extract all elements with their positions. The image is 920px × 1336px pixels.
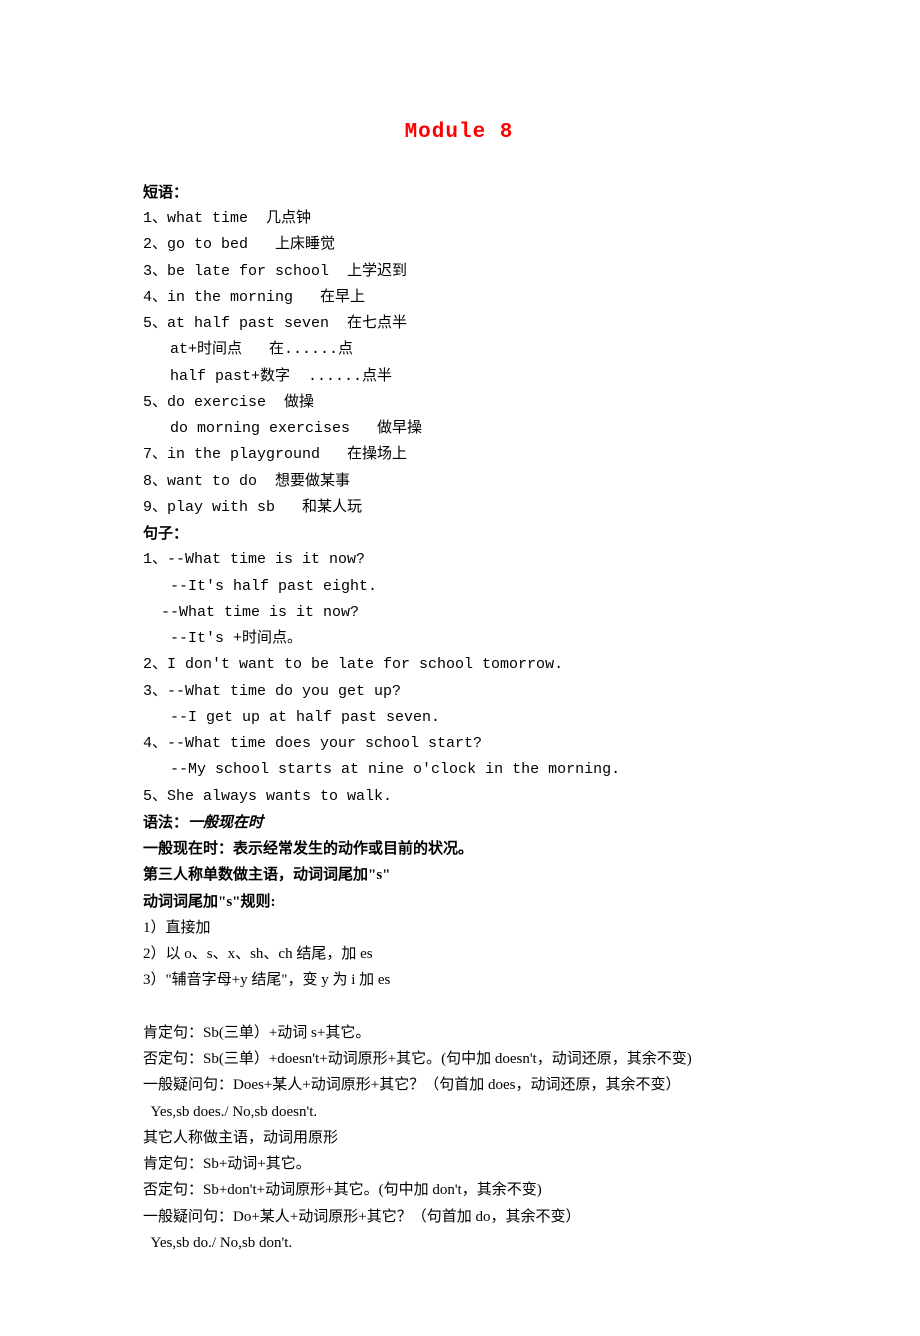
document-page: Module 8 短语： 1、what time 几点钟 2、go to bed… (0, 0, 920, 1336)
sentence-item: --It's +时间点。 (143, 626, 775, 652)
phrases-heading: 短语： (143, 180, 775, 206)
grammar-line: 一般疑问句：Does+某人+动词原形+其它？（句首加 does，动词还原，其余不… (143, 1072, 775, 1098)
phrase-item: 2、go to bed 上床睡觉 (143, 232, 775, 258)
phrase-item: do morning exercises 做早操 (143, 416, 775, 442)
phrase-item: 5、at half past seven 在七点半 (143, 311, 775, 337)
blank-line (143, 994, 775, 1020)
sentence-item: --I get up at half past seven. (143, 705, 775, 731)
grammar-line: 其它人称做主语，动词用原形 (143, 1125, 775, 1151)
phrase-item: 8、want to do 想要做某事 (143, 469, 775, 495)
sentence-item: 4、--What time does your school start? (143, 731, 775, 757)
grammar-line: 否定句：Sb+don't+动词原形+其它。(句中加 don't，其余不变) (143, 1177, 775, 1203)
phrase-item: 5、do exercise 做操 (143, 390, 775, 416)
phrase-item: at+时间点 在......点 (143, 337, 775, 363)
grammar-line: 动词词尾加"s"规则: (143, 889, 775, 915)
grammar-heading: 语法： (143, 815, 188, 831)
grammar-line: 肯定句：Sb(三单）+动词 s+其它。 (143, 1020, 775, 1046)
sentence-item: 1、--What time is it now? (143, 547, 775, 573)
sentence-item: 3、--What time do you get up? (143, 679, 775, 705)
module-title: Module 8 (143, 115, 775, 152)
phrase-item: 3、be late for school 上学迟到 (143, 259, 775, 285)
sentence-item: 2、I don't want to be late for school tom… (143, 652, 775, 678)
grammar-line: 2）以 o、s、x、sh、ch 结尾，加 es (143, 941, 775, 967)
sentence-item: --What time is it now? (143, 600, 775, 626)
sentences-heading: 句子： (143, 521, 775, 547)
grammar-line: 第三人称单数做主语，动词词尾加"s" (143, 862, 775, 888)
grammar-line: Yes,sb does./ No,sb doesn't. (143, 1099, 775, 1125)
grammar-line: 1）直接加 (143, 915, 775, 941)
phrase-item: half past+数字 ......点半 (143, 364, 775, 390)
grammar-line: 肯定句：Sb+动词+其它。 (143, 1151, 775, 1177)
grammar-line: 一般现在时：表示经常发生的动作或目前的状况。 (143, 836, 775, 862)
grammar-heading-row: 语法：一般现在时 (143, 810, 775, 836)
phrase-item: 9、play with sb 和某人玩 (143, 495, 775, 521)
grammar-line: Yes,sb do./ No,sb don't. (143, 1230, 775, 1256)
grammar-line: 一般疑问句：Do+某人+动词原形+其它？（句首加 do，其余不变） (143, 1204, 775, 1230)
grammar-title: 一般现在时 (188, 815, 263, 831)
phrase-item: 4、in the morning 在早上 (143, 285, 775, 311)
sentence-item: --It's half past eight. (143, 574, 775, 600)
grammar-line: 3）"辅音字母+y 结尾"，变 y 为 i 加 es (143, 967, 775, 993)
phrase-item: 1、what time 几点钟 (143, 206, 775, 232)
phrase-item: 7、in the playground 在操场上 (143, 442, 775, 468)
grammar-line: 否定句：Sb(三单）+doesn't+动词原形+其它。(句中加 doesn't，… (143, 1046, 775, 1072)
sentence-item: --My school starts at nine o'clock in th… (143, 757, 775, 783)
sentence-item: 5、She always wants to walk. (143, 784, 775, 810)
